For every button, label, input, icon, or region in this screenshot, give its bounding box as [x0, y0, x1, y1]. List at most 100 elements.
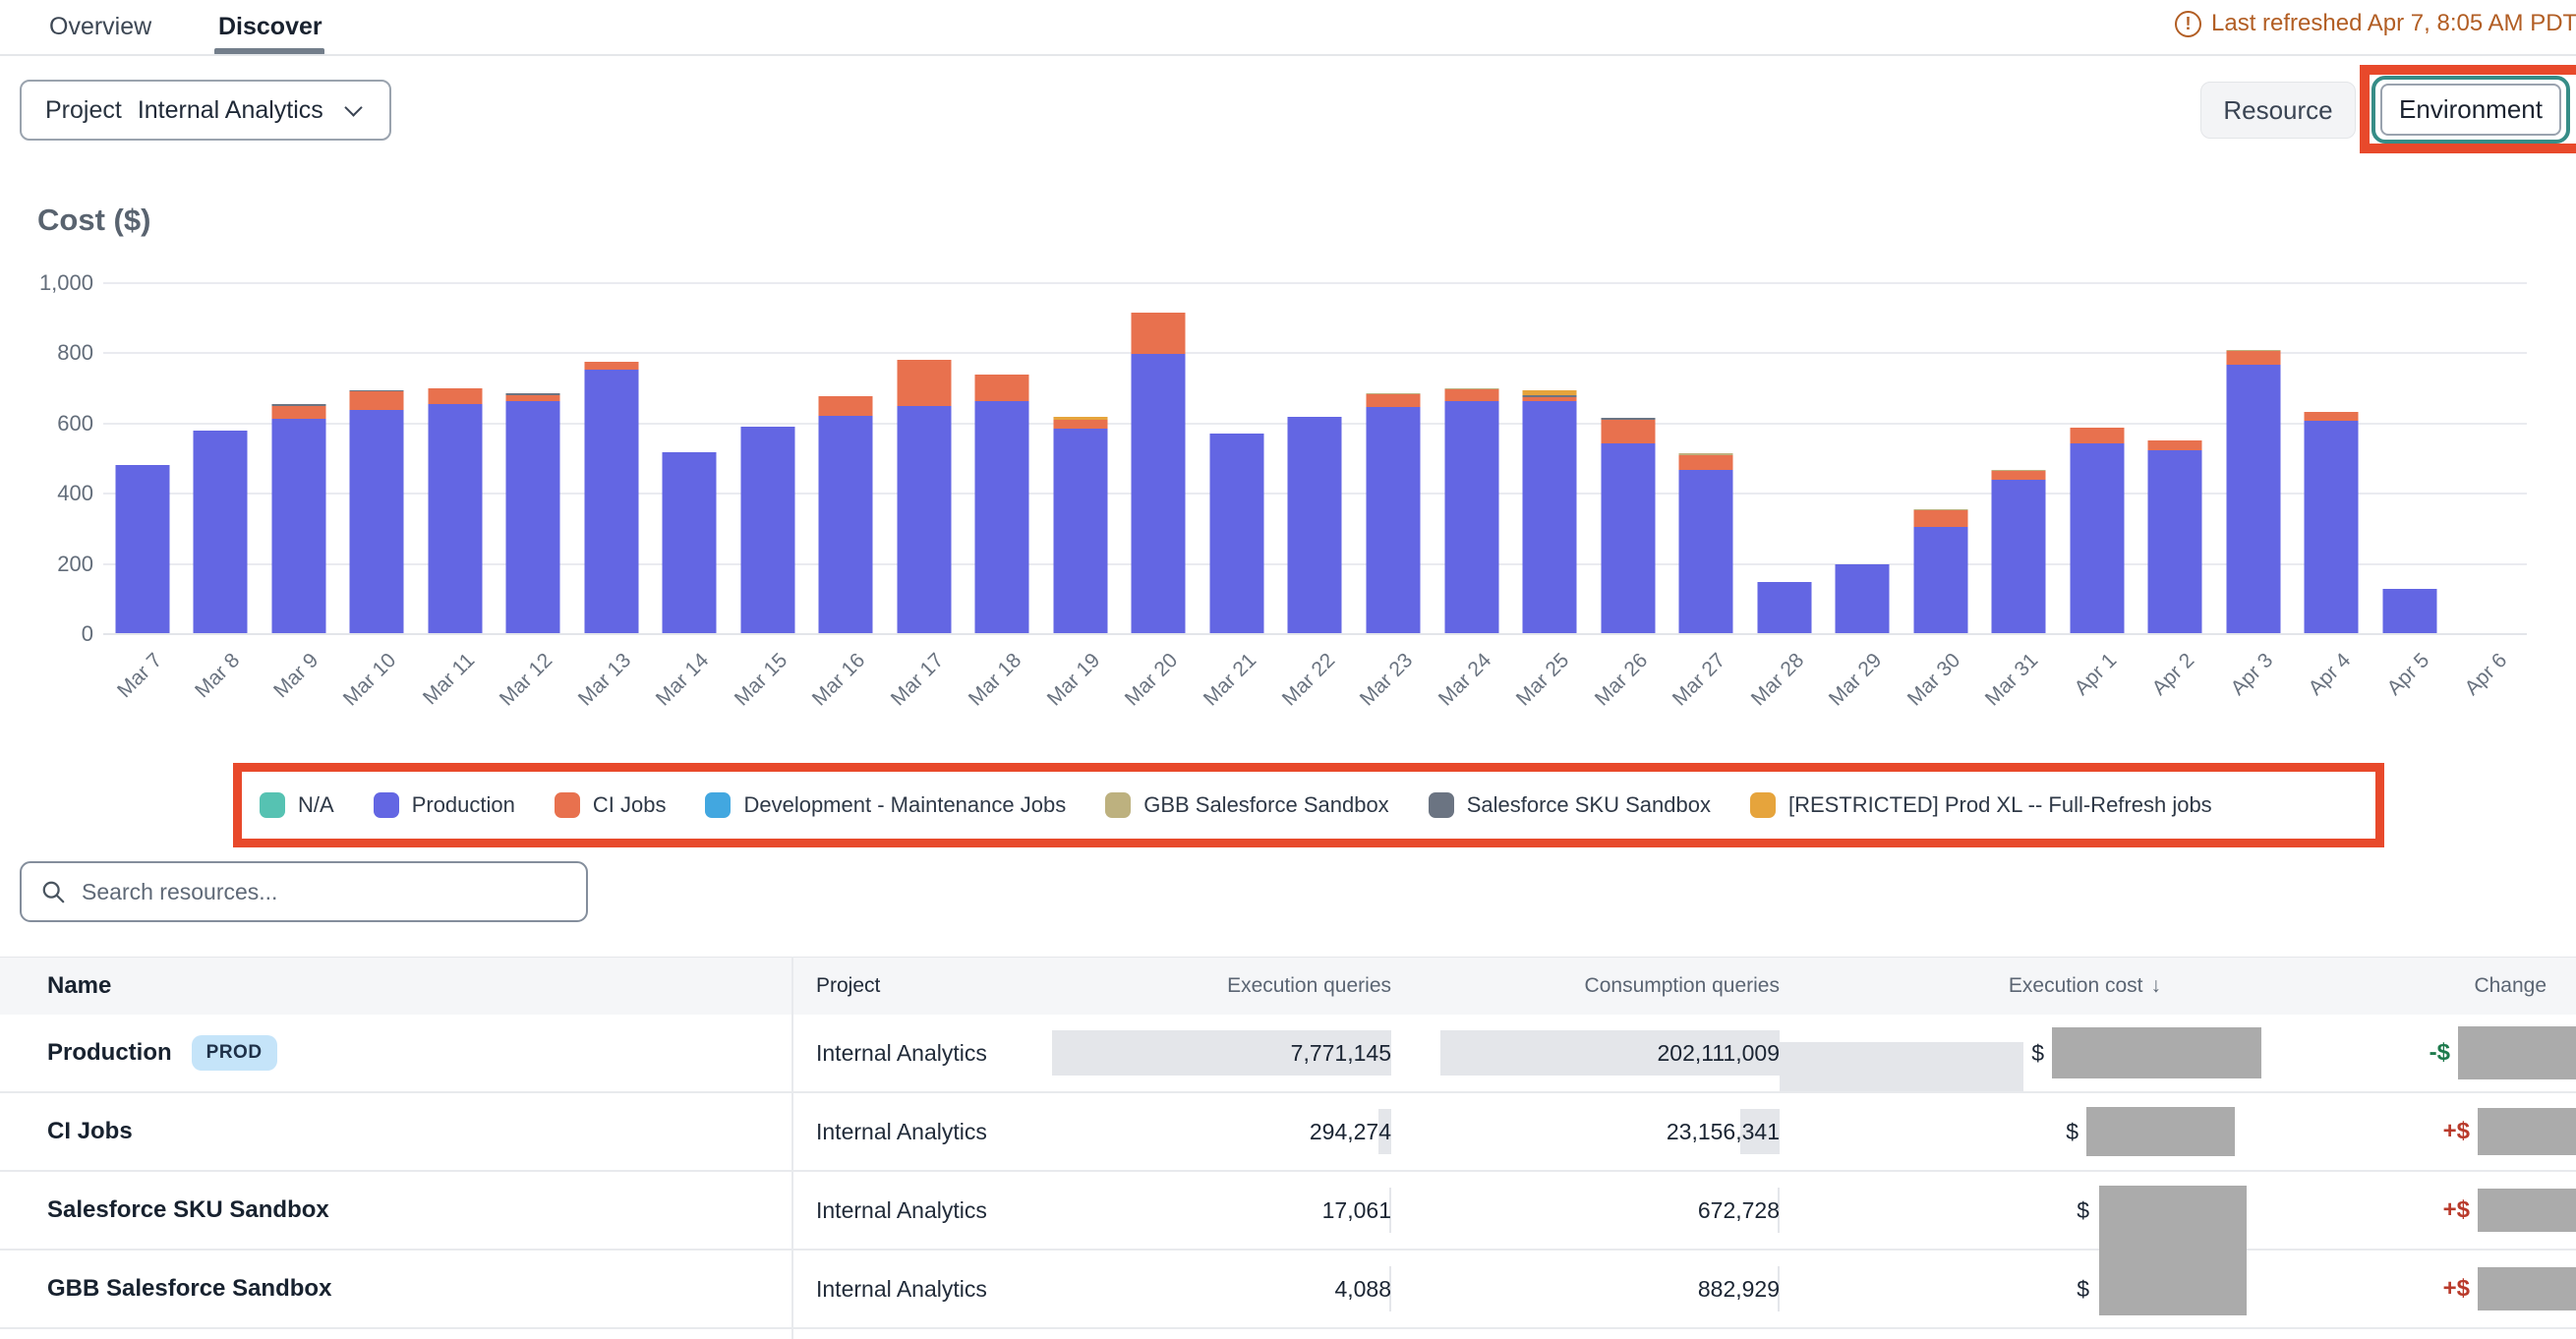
value-magnitude-bar	[1780, 1042, 2023, 1091]
resource-name[interactable]: Salesforce SKU Sandbox	[47, 1196, 329, 1224]
legend-label: GBB Salesforce Sandbox	[1143, 792, 1388, 818]
column-header-name[interactable]: Name	[0, 958, 791, 1015]
x-tick-label: Apr 4	[2305, 649, 2356, 700]
y-tick-label: 200	[10, 552, 93, 577]
bar-segment	[1992, 470, 2046, 472]
header-divider	[0, 54, 2576, 56]
bar-segment	[1523, 397, 1577, 401]
redaction-box	[2478, 1267, 2576, 1310]
change-sign: +$	[2443, 1118, 2470, 1145]
search-icon	[41, 879, 66, 905]
bar-mar-28	[1745, 282, 1824, 633]
x-tick-label: Mar 12	[496, 649, 557, 711]
x-tick-label: Mar 31	[1981, 649, 2043, 711]
y-tick-label: 800	[10, 340, 93, 366]
legend-item[interactable]: [RESTRICTED] Prod XL -- Full-Refresh job…	[1750, 792, 2212, 818]
execution-queries-cell: 17,061	[1023, 1172, 1391, 1249]
change-cell: +$	[2271, 1172, 2576, 1249]
cost-currency-symbol: $	[2077, 1197, 2089, 1224]
bar-apr-6	[2448, 282, 2527, 633]
legend-item[interactable]: GBB Salesforce Sandbox	[1105, 792, 1388, 818]
bar-segment	[1053, 420, 1107, 429]
legend-label: N/A	[298, 792, 334, 818]
legend-item[interactable]: Development - Maintenance Jobs	[705, 792, 1066, 818]
legend-item[interactable]: CI Jobs	[555, 792, 667, 818]
table-column-divider	[791, 957, 793, 1339]
bar-segment	[2070, 428, 2124, 443]
bar-segment	[194, 431, 248, 633]
bar-segment	[1913, 510, 1967, 526]
resource-name[interactable]: GBB Salesforce Sandbox	[47, 1275, 331, 1303]
execution-queries-cell: 4,088	[1023, 1251, 1391, 1327]
change-cell: -$	[2271, 1015, 2576, 1091]
tab-overview[interactable]: Overview	[49, 0, 151, 54]
search-box[interactable]	[20, 861, 588, 922]
bar-segment	[1992, 480, 2046, 633]
x-tick-label: Mar 13	[574, 649, 636, 711]
column-header-execution-cost[interactable]: Execution cost↓	[1780, 958, 2271, 1015]
bar-mar-12	[495, 282, 573, 633]
resource-name[interactable]: CI Jobs	[47, 1118, 133, 1145]
column-header-execution-queries[interactable]: Execution queries	[1023, 958, 1391, 1015]
x-tick-label: Apr 5	[2382, 649, 2433, 700]
column-header-change[interactable]: Change	[2271, 958, 2576, 1015]
last-refreshed-notice: ! Last refreshed Apr 7, 8:05 AM PDT	[2175, 0, 2576, 47]
bar-mar-15	[729, 282, 807, 633]
resource-name[interactable]: Production	[47, 1039, 172, 1067]
bar-mar-17	[885, 282, 964, 633]
legend-swatch	[705, 792, 731, 818]
legend-label: Salesforce SKU Sandbox	[1467, 792, 1711, 818]
bar-mar-16	[807, 282, 886, 633]
legend-swatch	[555, 792, 580, 818]
change-sign: +$	[2443, 1275, 2470, 1303]
bar-segment	[2070, 443, 2124, 633]
change-cell: +$	[2271, 1093, 2576, 1170]
column-header-consumption-queries[interactable]: Consumption queries	[1391, 958, 1780, 1015]
project-cell: Internal Analytics	[791, 1172, 1023, 1249]
warning-icon: !	[2175, 11, 2201, 37]
bar-mar-22	[1276, 282, 1355, 633]
consumption-queries-cell: 882,929	[1391, 1251, 1780, 1327]
bar-mar-10	[338, 282, 417, 633]
table-row[interactable]: CI JobsInternal Analytics294,27423,156,3…	[0, 1093, 2576, 1172]
legend-label: CI Jobs	[593, 792, 667, 818]
environment-toggle-button[interactable]: Environment	[2380, 84, 2561, 136]
legend-item[interactable]: Production	[374, 792, 515, 818]
bar-segment	[1053, 417, 1107, 420]
x-tick-label: Mar 30	[1903, 649, 1964, 711]
project-select-dropdown[interactable]: Project Internal Analytics	[20, 80, 391, 141]
table-row[interactable]: ProductionPRODInternal Analytics7,771,14…	[0, 1015, 2576, 1093]
bar-segment	[1444, 389, 1498, 400]
bar-segment	[1913, 509, 1967, 511]
resource-toggle-button[interactable]: Resource	[2200, 82, 2356, 139]
bar-segment	[2305, 412, 2359, 421]
x-tick-label: Mar 25	[1512, 649, 1574, 711]
x-tick-label: Mar 21	[1200, 649, 1261, 711]
x-tick-label: Mar 17	[887, 649, 949, 711]
x-tick-label: Mar 19	[1043, 649, 1105, 711]
bar-segment	[2148, 450, 2202, 633]
x-tick-label: Mar 27	[1669, 649, 1730, 711]
x-tick-label: Mar 15	[731, 649, 792, 711]
project-cell: Internal Analytics	[791, 1015, 1023, 1091]
cost-currency-symbol: $	[2066, 1119, 2078, 1145]
x-tick-label: Apr 3	[2226, 649, 2277, 700]
bar-segment	[2382, 589, 2436, 633]
bar-segment	[1288, 417, 1342, 633]
search-input[interactable]	[80, 878, 566, 906]
legend-item[interactable]: Salesforce SKU Sandbox	[1429, 792, 1711, 818]
bar-segment	[350, 410, 404, 633]
bar-segment	[897, 406, 951, 633]
chart-y-axis: 02004006008001,000	[10, 282, 93, 633]
legend-item[interactable]: N/A	[260, 792, 334, 818]
bar-segment	[1367, 394, 1421, 406]
column-header-project[interactable]: Project	[791, 958, 1023, 1015]
tab-discover[interactable]: Discover	[218, 0, 322, 54]
bar-apr-5	[2371, 282, 2449, 633]
x-tick-label: Mar 22	[1277, 649, 1339, 711]
x-tick-label: Mar 28	[1746, 649, 1808, 711]
bar-mar-13	[572, 282, 651, 633]
x-tick-label: Mar 14	[652, 649, 714, 711]
bar-mar-19	[1041, 282, 1120, 633]
x-tick-label: Apr 1	[2070, 649, 2121, 700]
